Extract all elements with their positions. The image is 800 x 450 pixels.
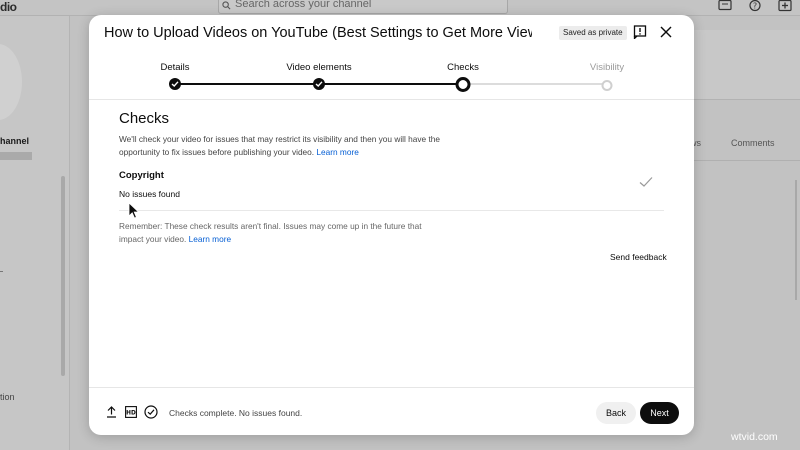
saved-status-badge: Saved as private	[559, 26, 627, 40]
dialog-title: How to Upload Videos on YouTube (Best Se…	[104, 25, 532, 41]
back-button[interactable]: Back	[596, 402, 636, 424]
background-logo: dio	[0, 0, 17, 14]
background-top-bar: dio Search across your channel ?	[0, 0, 800, 16]
step-visibility-dot	[601, 80, 613, 91]
checks-description-text: We'll check your video for issues that m…	[119, 134, 440, 157]
check-icon	[639, 177, 653, 187]
send-feedback-link[interactable]: Send feedback	[610, 252, 667, 262]
step-details-dot[interactable]	[169, 78, 181, 90]
close-icon[interactable]	[659, 25, 673, 39]
dialog-header: How to Upload Videos on YouTube (Best Se…	[89, 15, 694, 53]
step-details-label[interactable]: Details	[160, 62, 189, 73]
remember-note: Remember: These check results aren't fin…	[119, 220, 429, 246]
background-sidebar-tick	[0, 271, 3, 272]
background-top-icons: ?	[718, 0, 792, 12]
step-video-elements-dot[interactable]	[313, 78, 325, 90]
step-checks-dot[interactable]	[455, 77, 471, 92]
copyright-status: No issues found	[119, 189, 180, 199]
footer-status-text: Checks complete. No issues found.	[169, 408, 303, 418]
check-icon	[315, 81, 323, 87]
background-panel	[690, 30, 800, 100]
step-visibility-label: Visibility	[589, 62, 625, 73]
learn-more-link[interactable]: Learn more	[189, 234, 231, 244]
learn-more-link[interactable]: Learn more	[316, 147, 358, 157]
feedback-icon[interactable]	[633, 25, 647, 39]
upload-dialog: How to Upload Videos on YouTube (Best Se…	[89, 15, 694, 435]
help-icon: ?	[749, 0, 761, 12]
dialog-footer: HD Checks complete. No issues found. Bac…	[89, 387, 694, 435]
checks-description: We'll check your video for issues that m…	[119, 133, 449, 159]
background-search-placeholder: Search across your channel	[235, 0, 372, 10]
stepper-remaining-line	[463, 83, 607, 85]
background-channel-avatar	[0, 44, 22, 120]
hd-icon: HD	[125, 406, 137, 418]
mouse-cursor-icon	[128, 202, 140, 219]
background-channel-name-bar	[0, 152, 32, 160]
svg-text:HD: HD	[126, 410, 136, 416]
background-sidebar: hannel tion ack	[0, 16, 70, 450]
checks-complete-icon	[144, 405, 158, 419]
check-icon	[171, 81, 179, 87]
checks-heading: Checks	[119, 110, 170, 127]
create-icon	[778, 0, 792, 12]
section-divider	[119, 210, 664, 211]
next-button[interactable]: Next	[640, 402, 679, 424]
background-divider	[690, 160, 800, 161]
svg-text:?: ?	[753, 2, 757, 11]
search-icon	[222, 1, 231, 10]
copyright-title: Copyright	[119, 170, 164, 181]
background-table-header: Comments	[731, 138, 775, 148]
upload-icon	[107, 406, 116, 418]
watermark: wtvid.com	[731, 431, 778, 443]
background-table-headers: ws Comments Co	[690, 138, 800, 148]
step-checks-label[interactable]: Checks	[447, 62, 479, 73]
comment-icon	[718, 0, 732, 11]
background-channel-label: hannel	[0, 136, 30, 146]
step-video-elements-label[interactable]: Video elements	[286, 62, 351, 73]
background-scrollbar	[795, 180, 797, 300]
background-sidebar-scrollbar	[61, 176, 65, 376]
remember-text: Remember: These check results aren't fin…	[119, 221, 422, 244]
background-sidebar-text: tion	[0, 392, 15, 402]
upload-stepper: Details Video elements Checks Visibility	[89, 55, 694, 100]
background-search-bar: Search across your channel	[218, 0, 508, 14]
